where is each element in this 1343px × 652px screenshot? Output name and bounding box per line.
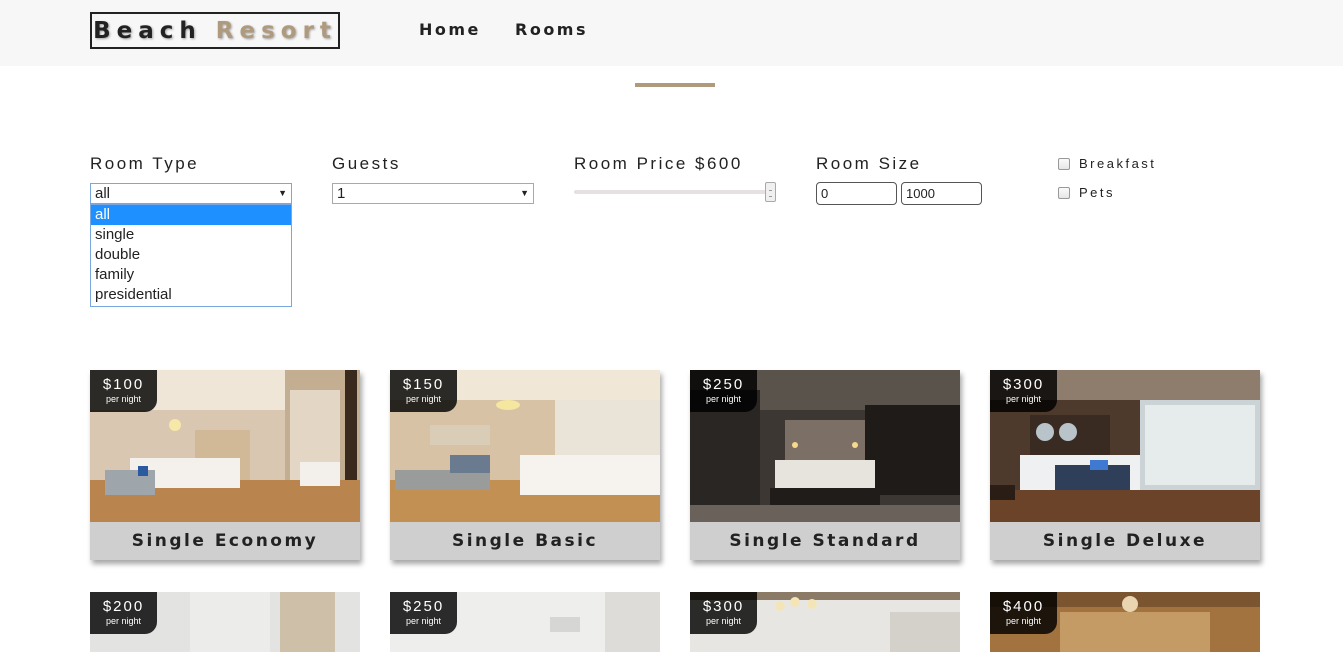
room-type-option-double[interactable]: double bbox=[91, 245, 291, 265]
room-card[interactable]: $250 per night bbox=[390, 592, 660, 652]
room-type-option-all[interactable]: all bbox=[91, 205, 291, 225]
price-amount: $150 bbox=[402, 376, 445, 393]
price-badge: $300 per night bbox=[690, 592, 757, 634]
nav-home-link[interactable]: Home bbox=[419, 20, 481, 39]
brand-word-1: Beach bbox=[93, 17, 202, 44]
room-size-min-input[interactable]: 0 bbox=[816, 182, 897, 205]
breakfast-label: Breakfast bbox=[1079, 156, 1157, 171]
room-card[interactable]: $300 per night bbox=[690, 592, 960, 652]
per-night-label: per night bbox=[1005, 616, 1042, 626]
room-size-label: Room Size bbox=[816, 154, 922, 173]
room-size-max-input[interactable]: 1000 bbox=[901, 182, 982, 205]
guests-label: Guests bbox=[332, 154, 401, 173]
brand-logo[interactable]: Beach Resort bbox=[90, 12, 340, 49]
room-type-dropdown: all single double family presidential bbox=[90, 204, 292, 307]
room-name: Single Deluxe bbox=[990, 522, 1260, 560]
pets-filter[interactable]: Pets bbox=[1058, 185, 1115, 200]
room-card[interactable]: $400 per night bbox=[990, 592, 1260, 652]
price-slider-thumb[interactable] bbox=[765, 182, 776, 202]
room-card[interactable]: $200 per night bbox=[90, 592, 360, 652]
room-name: Single Economy bbox=[90, 522, 360, 560]
price-badge: $300 per night bbox=[990, 370, 1057, 412]
price-amount: $250 bbox=[702, 376, 745, 393]
room-type-label: Room Type bbox=[90, 154, 200, 173]
breakfast-filter[interactable]: Breakfast bbox=[1058, 156, 1156, 171]
room-name: Single Basic bbox=[390, 522, 660, 560]
per-night-label: per night bbox=[105, 616, 142, 626]
room-card-single-economy[interactable]: $100 per night Single Economy bbox=[90, 370, 360, 560]
room-type-option-presidential[interactable]: presidential bbox=[91, 285, 291, 305]
room-price-label: Room Price $600 bbox=[574, 154, 743, 173]
price-badge: $250 per night bbox=[390, 592, 457, 634]
price-amount: $200 bbox=[102, 598, 145, 615]
room-card-single-deluxe[interactable]: $300 per night Single Deluxe bbox=[990, 370, 1260, 560]
navbar: Beach Resort Home Rooms bbox=[0, 0, 1343, 66]
price-badge: $400 per night bbox=[990, 592, 1057, 634]
price-amount: $100 bbox=[102, 376, 145, 393]
room-type-option-family[interactable]: family bbox=[91, 265, 291, 285]
room-type-selected-value: all bbox=[95, 185, 111, 202]
price-badge: $100 per night bbox=[90, 370, 157, 412]
price-badge: $250 per night bbox=[690, 370, 757, 412]
nav-rooms-link[interactable]: Rooms bbox=[515, 20, 588, 39]
price-badge: $200 per night bbox=[90, 592, 157, 634]
room-card-single-basic[interactable]: $150 per night Single Basic bbox=[390, 370, 660, 560]
breakfast-checkbox[interactable] bbox=[1058, 157, 1070, 170]
per-night-label: per night bbox=[705, 394, 742, 404]
pets-label: Pets bbox=[1079, 185, 1116, 200]
per-night-label: per night bbox=[705, 616, 742, 626]
price-amount: $250 bbox=[402, 598, 445, 615]
per-night-label: per night bbox=[105, 394, 142, 404]
guests-select[interactable]: 1 ▼ bbox=[332, 183, 534, 204]
price-amount: $400 bbox=[1002, 598, 1045, 615]
price-amount: $300 bbox=[1002, 376, 1045, 393]
room-type-select[interactable]: all ▼ bbox=[90, 183, 292, 204]
per-night-label: per night bbox=[405, 616, 442, 626]
price-slider-track[interactable] bbox=[574, 190, 774, 194]
per-night-label: per night bbox=[405, 394, 442, 404]
room-type-option-single[interactable]: single bbox=[91, 225, 291, 245]
room-name: Single Standard bbox=[690, 522, 960, 560]
chevron-down-icon: ▼ bbox=[278, 188, 287, 198]
room-card-single-standard[interactable]: $250 per night Single Standard bbox=[690, 370, 960, 560]
per-night-label: per night bbox=[1005, 394, 1042, 404]
title-underline bbox=[635, 83, 715, 87]
chevron-down-icon: ▼ bbox=[520, 188, 529, 198]
price-amount: $300 bbox=[702, 598, 745, 615]
price-badge: $150 per night bbox=[390, 370, 457, 412]
guests-selected-value: 1 bbox=[337, 185, 346, 202]
pets-checkbox[interactable] bbox=[1058, 186, 1070, 199]
brand-word-2: Resort bbox=[215, 17, 337, 44]
